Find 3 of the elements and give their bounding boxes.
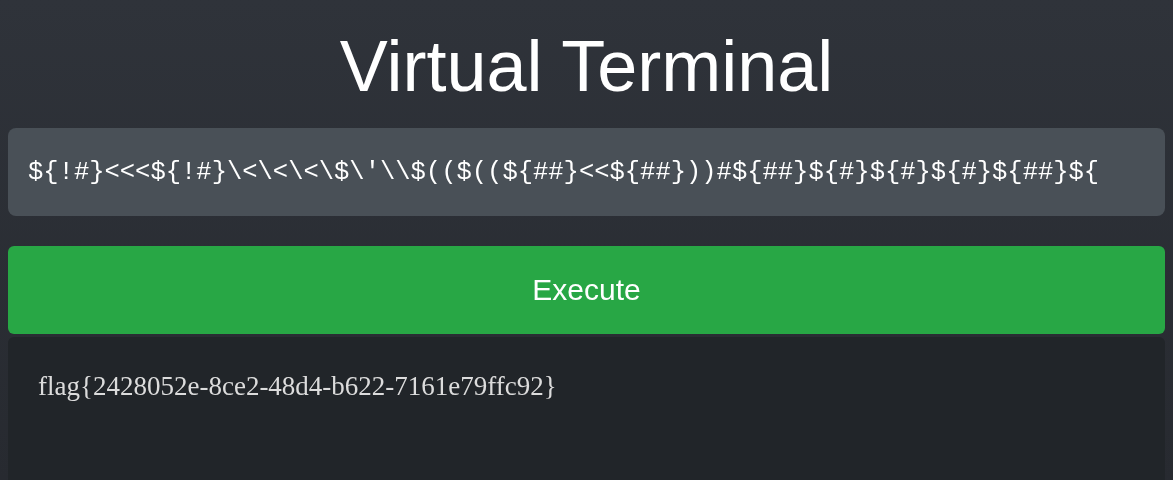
output-text: flag{2428052e-8ce2-48d4-b622-7161e79ffc92} [38,371,557,401]
command-input-field[interactable]: ${!#}<<<${!#}\<\<\<\$\'\\$(($((${##}<<${##}))#${##}${#}${#}${#}${##}${ [8,128,1165,216]
page-title: Virtual Terminal [338,25,835,108]
